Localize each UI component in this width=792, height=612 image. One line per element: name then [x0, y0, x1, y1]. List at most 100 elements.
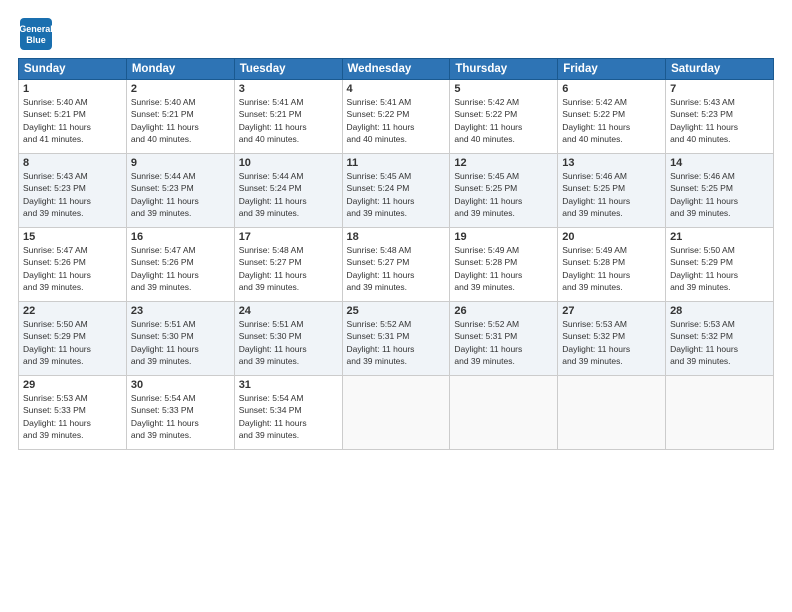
calendar-cell: 18Sunrise: 5:48 AM Sunset: 5:27 PM Dayli… — [342, 228, 450, 302]
day-info: Sunrise: 5:46 AM Sunset: 5:25 PM Dayligh… — [562, 170, 661, 219]
calendar-header-monday: Monday — [126, 59, 234, 80]
calendar-header-row: SundayMondayTuesdayWednesdayThursdayFrid… — [19, 59, 774, 80]
calendar-cell — [450, 376, 558, 450]
calendar-cell: 11Sunrise: 5:45 AM Sunset: 5:24 PM Dayli… — [342, 154, 450, 228]
day-number: 8 — [23, 157, 122, 169]
day-info: Sunrise: 5:45 AM Sunset: 5:24 PM Dayligh… — [347, 170, 446, 219]
day-info: Sunrise: 5:45 AM Sunset: 5:25 PM Dayligh… — [454, 170, 553, 219]
calendar-header-saturday: Saturday — [666, 59, 774, 80]
day-number: 10 — [239, 157, 338, 169]
calendar-cell: 16Sunrise: 5:47 AM Sunset: 5:26 PM Dayli… — [126, 228, 234, 302]
calendar-cell: 13Sunrise: 5:46 AM Sunset: 5:25 PM Dayli… — [558, 154, 666, 228]
day-number: 2 — [131, 83, 230, 95]
day-number: 29 — [23, 379, 122, 391]
calendar-cell: 23Sunrise: 5:51 AM Sunset: 5:30 PM Dayli… — [126, 302, 234, 376]
day-info: Sunrise: 5:43 AM Sunset: 5:23 PM Dayligh… — [670, 96, 769, 145]
day-info: Sunrise: 5:49 AM Sunset: 5:28 PM Dayligh… — [454, 244, 553, 293]
day-number: 27 — [562, 305, 661, 317]
calendar-cell: 21Sunrise: 5:50 AM Sunset: 5:29 PM Dayli… — [666, 228, 774, 302]
calendar-cell: 26Sunrise: 5:52 AM Sunset: 5:31 PM Dayli… — [450, 302, 558, 376]
day-info: Sunrise: 5:41 AM Sunset: 5:21 PM Dayligh… — [239, 96, 338, 145]
day-info: Sunrise: 5:48 AM Sunset: 5:27 PM Dayligh… — [347, 244, 446, 293]
day-info: Sunrise: 5:43 AM Sunset: 5:23 PM Dayligh… — [23, 170, 122, 219]
day-info: Sunrise: 5:48 AM Sunset: 5:27 PM Dayligh… — [239, 244, 338, 293]
day-info: Sunrise: 5:53 AM Sunset: 5:32 PM Dayligh… — [562, 318, 661, 367]
page-header: General Blue — [18, 16, 774, 52]
day-info: Sunrise: 5:50 AM Sunset: 5:29 PM Dayligh… — [670, 244, 769, 293]
day-info: Sunrise: 5:53 AM Sunset: 5:33 PM Dayligh… — [23, 392, 122, 441]
day-info: Sunrise: 5:42 AM Sunset: 5:22 PM Dayligh… — [562, 96, 661, 145]
day-number: 14 — [670, 157, 769, 169]
day-info: Sunrise: 5:50 AM Sunset: 5:29 PM Dayligh… — [23, 318, 122, 367]
day-number: 3 — [239, 83, 338, 95]
day-info: Sunrise: 5:53 AM Sunset: 5:32 PM Dayligh… — [670, 318, 769, 367]
calendar-cell: 25Sunrise: 5:52 AM Sunset: 5:31 PM Dayli… — [342, 302, 450, 376]
calendar-cell: 7Sunrise: 5:43 AM Sunset: 5:23 PM Daylig… — [666, 80, 774, 154]
day-number: 6 — [562, 83, 661, 95]
calendar-cell: 6Sunrise: 5:42 AM Sunset: 5:22 PM Daylig… — [558, 80, 666, 154]
day-number: 31 — [239, 379, 338, 391]
svg-text:General: General — [19, 24, 53, 34]
calendar-header-sunday: Sunday — [19, 59, 127, 80]
calendar-cell: 1Sunrise: 5:40 AM Sunset: 5:21 PM Daylig… — [19, 80, 127, 154]
day-number: 17 — [239, 231, 338, 243]
calendar-cell: 29Sunrise: 5:53 AM Sunset: 5:33 PM Dayli… — [19, 376, 127, 450]
calendar-page: General Blue SundayMondayTuesdayWednesda… — [0, 0, 792, 612]
day-number: 7 — [670, 83, 769, 95]
calendar-header-tuesday: Tuesday — [234, 59, 342, 80]
calendar-cell: 9Sunrise: 5:44 AM Sunset: 5:23 PM Daylig… — [126, 154, 234, 228]
day-info: Sunrise: 5:40 AM Sunset: 5:21 PM Dayligh… — [131, 96, 230, 145]
calendar-week-4: 22Sunrise: 5:50 AM Sunset: 5:29 PM Dayli… — [19, 302, 774, 376]
day-number: 1 — [23, 83, 122, 95]
calendar-cell: 19Sunrise: 5:49 AM Sunset: 5:28 PM Dayli… — [450, 228, 558, 302]
day-number: 23 — [131, 305, 230, 317]
day-info: Sunrise: 5:44 AM Sunset: 5:23 PM Dayligh… — [131, 170, 230, 219]
calendar-cell: 20Sunrise: 5:49 AM Sunset: 5:28 PM Dayli… — [558, 228, 666, 302]
calendar-header-thursday: Thursday — [450, 59, 558, 80]
calendar-cell: 14Sunrise: 5:46 AM Sunset: 5:25 PM Dayli… — [666, 154, 774, 228]
day-number: 15 — [23, 231, 122, 243]
calendar-cell: 8Sunrise: 5:43 AM Sunset: 5:23 PM Daylig… — [19, 154, 127, 228]
calendar-cell: 2Sunrise: 5:40 AM Sunset: 5:21 PM Daylig… — [126, 80, 234, 154]
day-info: Sunrise: 5:46 AM Sunset: 5:25 PM Dayligh… — [670, 170, 769, 219]
calendar-week-3: 15Sunrise: 5:47 AM Sunset: 5:26 PM Dayli… — [19, 228, 774, 302]
day-number: 21 — [670, 231, 769, 243]
day-info: Sunrise: 5:52 AM Sunset: 5:31 PM Dayligh… — [454, 318, 553, 367]
day-number: 16 — [131, 231, 230, 243]
day-info: Sunrise: 5:40 AM Sunset: 5:21 PM Dayligh… — [23, 96, 122, 145]
day-info: Sunrise: 5:51 AM Sunset: 5:30 PM Dayligh… — [131, 318, 230, 367]
day-info: Sunrise: 5:47 AM Sunset: 5:26 PM Dayligh… — [131, 244, 230, 293]
day-info: Sunrise: 5:54 AM Sunset: 5:33 PM Dayligh… — [131, 392, 230, 441]
calendar-week-5: 29Sunrise: 5:53 AM Sunset: 5:33 PM Dayli… — [19, 376, 774, 450]
day-info: Sunrise: 5:47 AM Sunset: 5:26 PM Dayligh… — [23, 244, 122, 293]
calendar-cell: 24Sunrise: 5:51 AM Sunset: 5:30 PM Dayli… — [234, 302, 342, 376]
day-number: 28 — [670, 305, 769, 317]
calendar-cell: 30Sunrise: 5:54 AM Sunset: 5:33 PM Dayli… — [126, 376, 234, 450]
day-info: Sunrise: 5:51 AM Sunset: 5:30 PM Dayligh… — [239, 318, 338, 367]
calendar-header-wednesday: Wednesday — [342, 59, 450, 80]
day-number: 9 — [131, 157, 230, 169]
logo: General Blue — [18, 16, 58, 52]
day-info: Sunrise: 5:49 AM Sunset: 5:28 PM Dayligh… — [562, 244, 661, 293]
day-number: 13 — [562, 157, 661, 169]
calendar-week-2: 8Sunrise: 5:43 AM Sunset: 5:23 PM Daylig… — [19, 154, 774, 228]
day-number: 24 — [239, 305, 338, 317]
calendar-cell: 4Sunrise: 5:41 AM Sunset: 5:22 PM Daylig… — [342, 80, 450, 154]
calendar-week-1: 1Sunrise: 5:40 AM Sunset: 5:21 PM Daylig… — [19, 80, 774, 154]
calendar-cell: 15Sunrise: 5:47 AM Sunset: 5:26 PM Dayli… — [19, 228, 127, 302]
day-number: 5 — [454, 83, 553, 95]
day-number: 20 — [562, 231, 661, 243]
calendar-cell — [666, 376, 774, 450]
day-number: 22 — [23, 305, 122, 317]
day-info: Sunrise: 5:41 AM Sunset: 5:22 PM Dayligh… — [347, 96, 446, 145]
calendar-cell: 12Sunrise: 5:45 AM Sunset: 5:25 PM Dayli… — [450, 154, 558, 228]
calendar-cell: 10Sunrise: 5:44 AM Sunset: 5:24 PM Dayli… — [234, 154, 342, 228]
calendar-cell: 22Sunrise: 5:50 AM Sunset: 5:29 PM Dayli… — [19, 302, 127, 376]
day-number: 30 — [131, 379, 230, 391]
day-info: Sunrise: 5:52 AM Sunset: 5:31 PM Dayligh… — [347, 318, 446, 367]
calendar-cell: 5Sunrise: 5:42 AM Sunset: 5:22 PM Daylig… — [450, 80, 558, 154]
logo-icon: General Blue — [18, 16, 54, 52]
calendar-cell — [558, 376, 666, 450]
calendar-cell: 27Sunrise: 5:53 AM Sunset: 5:32 PM Dayli… — [558, 302, 666, 376]
day-number: 25 — [347, 305, 446, 317]
